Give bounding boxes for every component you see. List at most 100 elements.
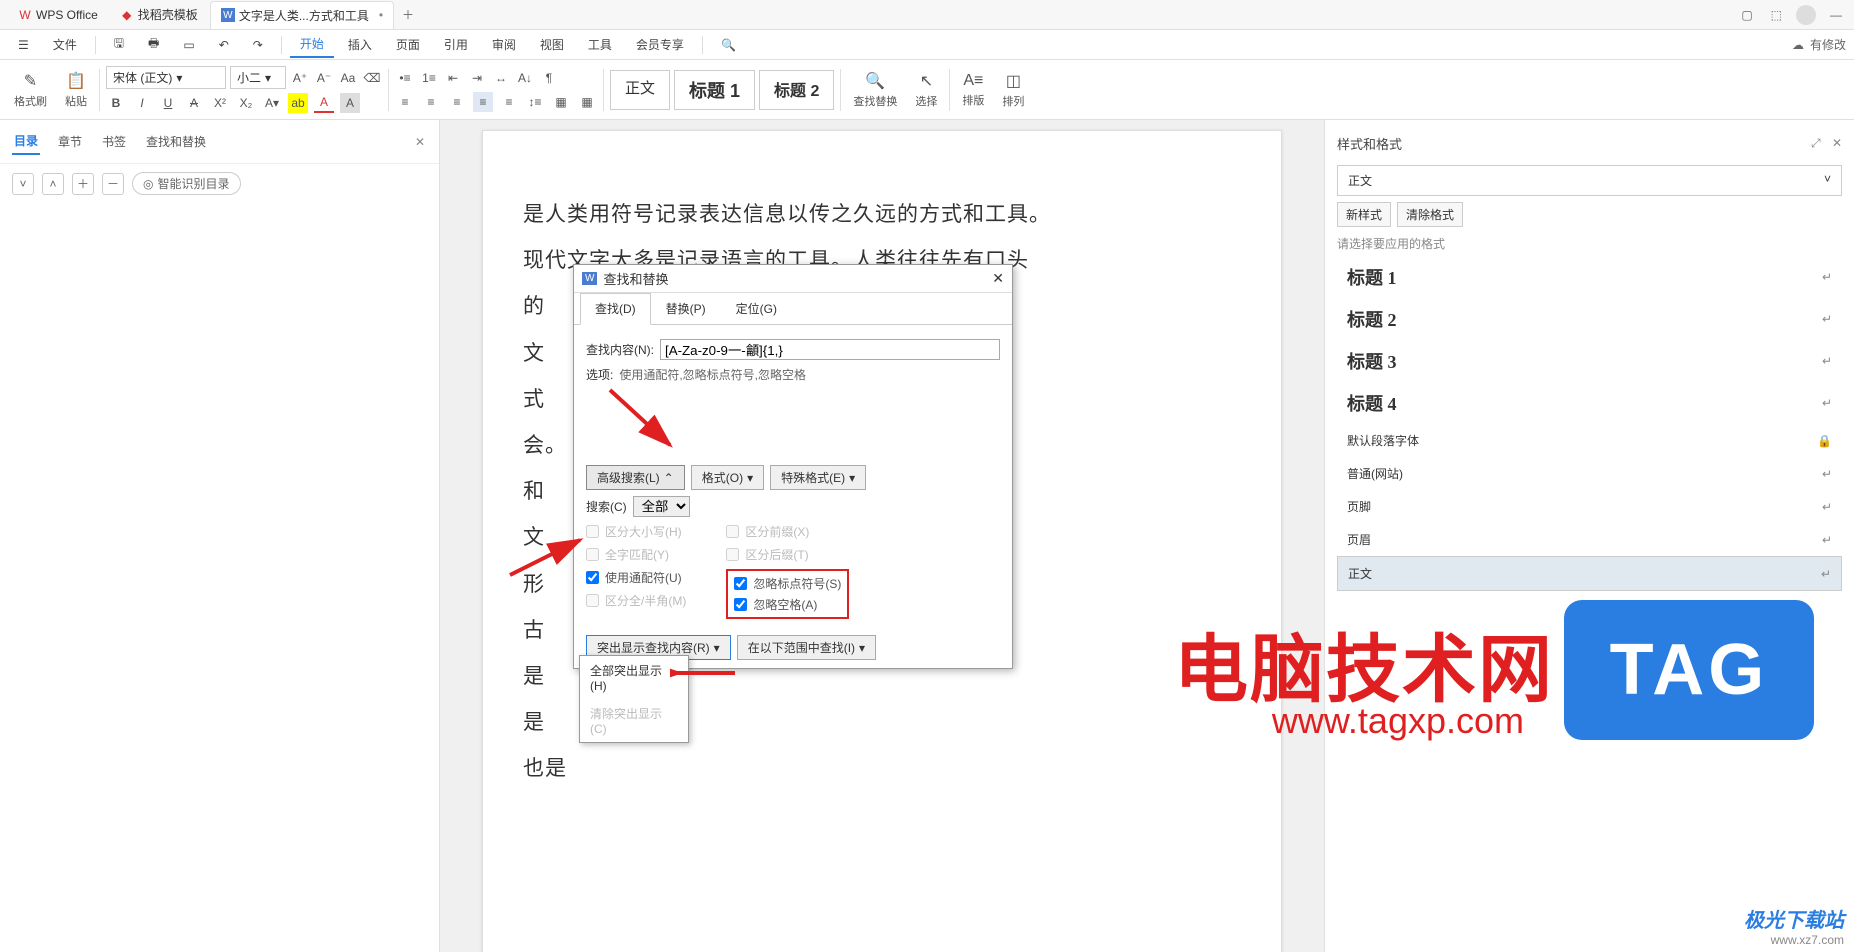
nav-tab-bookmarks[interactable]: 书签 <box>100 129 128 154</box>
close-icon[interactable]: ✕ <box>992 270 1004 287</box>
new-tab-button[interactable]: ＋ <box>396 6 420 23</box>
tab-goto[interactable]: 定位(G) <box>721 293 792 324</box>
find-input[interactable] <box>660 339 1000 360</box>
nav-tab-findreplace[interactable]: 查找和替换 <box>144 129 208 154</box>
close-icon[interactable]: ✕ <box>1832 136 1842 150</box>
panel-icon[interactable]: ▢ <box>1737 6 1756 24</box>
align-distribute-icon[interactable]: ≡ <box>499 92 519 112</box>
style-item-header[interactable]: 页眉↵ <box>1337 523 1842 556</box>
menu-file[interactable]: 文件 <box>43 32 87 57</box>
style-item-heading1[interactable]: 标题 1↵ <box>1337 256 1842 298</box>
strike-icon[interactable]: A <box>184 93 204 113</box>
bullet-list-icon[interactable]: •≡ <box>395 68 415 88</box>
tab-templates[interactable]: ◆ 找稻壳模板 <box>110 1 208 29</box>
preview-icon[interactable]: ▭ <box>173 34 204 56</box>
clear-format-button[interactable]: 清除格式 <box>1397 202 1463 227</box>
align-justify-icon[interactable]: ≡ <box>473 92 493 112</box>
current-style-select[interactable]: 正文 ˅ <box>1337 165 1842 196</box>
font-effects-icon[interactable]: A▾ <box>262 93 282 113</box>
menu-reference[interactable]: 引用 <box>434 32 478 57</box>
char-shading-icon[interactable]: A <box>340 93 360 113</box>
sort-icon[interactable]: A↓ <box>515 68 535 88</box>
tab-replace[interactable]: 替换(P) <box>651 293 721 324</box>
shrink-font-icon[interactable]: A⁻ <box>314 68 334 88</box>
pin-icon[interactable]: ⤢ <box>1811 136 1821 150</box>
shading-icon[interactable]: ▦ <box>551 92 571 112</box>
style-item-default-font[interactable]: 默认段落字体🔒 <box>1337 424 1842 457</box>
find-in-range-button[interactable]: 在以下范围中查找(I)▾ <box>737 635 876 660</box>
borders-icon[interactable]: ▦ <box>577 92 597 112</box>
menu-hamburger[interactable]: ☰ <box>8 34 39 56</box>
char-space-icon[interactable]: ↔ <box>491 68 511 88</box>
new-style-button[interactable]: 新样式 <box>1337 202 1391 227</box>
minimize-button[interactable]: — <box>1826 6 1846 24</box>
line-spacing-icon[interactable]: ↕≡ <box>525 92 545 112</box>
indent-icon[interactable]: ⇥ <box>467 68 487 88</box>
style-item-footer[interactable]: 页脚↵ <box>1337 490 1842 523</box>
search-scope-select[interactable]: 全部 <box>633 496 690 517</box>
print-icon[interactable]: 🖶 <box>138 30 169 59</box>
menu-page[interactable]: 页面 <box>386 32 430 57</box>
style-item-heading3[interactable]: 标题 3↵ <box>1337 340 1842 382</box>
subscript-icon[interactable]: X₂ <box>236 93 256 113</box>
redo-icon[interactable]: ↷ <box>243 34 273 56</box>
grow-font-icon[interactable]: A⁺ <box>290 68 310 88</box>
show-marks-icon[interactable]: ¶ <box>539 68 559 88</box>
menu-insert[interactable]: 插入 <box>338 32 382 57</box>
menu-review[interactable]: 审阅 <box>482 32 526 57</box>
menu-home[interactable]: 开始 <box>290 31 334 58</box>
clear-format-icon[interactable]: ⌫ <box>362 68 382 88</box>
find-replace-button[interactable]: 🔍 查找替换 <box>847 71 903 109</box>
font-name-select[interactable]: 宋体 (正文)▾ <box>106 66 226 89</box>
font-size-select[interactable]: 小二▾ <box>230 66 286 89</box>
cube-icon[interactable]: ⬚ <box>1767 6 1786 24</box>
highlight-all-item[interactable]: 全部突出显示(H) <box>580 656 688 699</box>
outdent-icon[interactable]: ⇤ <box>443 68 463 88</box>
style-heading2[interactable]: 标题 2 <box>759 70 834 110</box>
tab-document[interactable]: W 文字是人类...方式和工具 • <box>210 1 394 29</box>
expand-icon[interactable]: ˄ <box>42 173 64 195</box>
align-center-icon[interactable]: ≡ <box>421 92 441 112</box>
nav-tab-toc[interactable]: 目录 <box>12 128 40 155</box>
align-left-icon[interactable]: ≡ <box>395 92 415 112</box>
tab-find[interactable]: 查找(D) <box>580 293 651 325</box>
underline-icon[interactable]: U <box>158 93 178 113</box>
format-button[interactable]: 格式(O)▾ <box>691 465 764 490</box>
format-painter-button[interactable]: ✎ 格式刷 <box>8 71 53 109</box>
remove-icon[interactable]: － <box>102 173 124 195</box>
style-heading1[interactable]: 标题 1 <box>674 70 755 110</box>
tab-wps-home[interactable]: W WPS Office <box>8 1 108 29</box>
style-body[interactable]: 正文 <box>610 70 670 110</box>
menu-view[interactable]: 视图 <box>530 32 574 57</box>
check-ignore-punct[interactable]: 忽略标点符号(S) <box>734 575 841 592</box>
check-ignore-space[interactable]: 忽略空格(A) <box>734 596 841 613</box>
avatar-icon[interactable] <box>1796 5 1816 25</box>
align-right-icon[interactable]: ≡ <box>447 92 467 112</box>
search-icon[interactable]: 🔍 <box>711 34 746 56</box>
arrange-button[interactable]: ◫ 排列 <box>996 71 1030 109</box>
menu-vip[interactable]: 会员专享 <box>626 32 694 57</box>
highlight-icon[interactable]: ab <box>288 93 308 113</box>
menu-tools[interactable]: 工具 <box>578 32 622 57</box>
change-case-icon[interactable]: Aa <box>338 68 358 88</box>
bold-icon[interactable]: B <box>106 93 126 113</box>
undo-icon[interactable]: ↶ <box>209 34 239 56</box>
save-icon[interactable]: 🖫 <box>104 30 134 59</box>
nav-tab-chapters[interactable]: 章节 <box>56 129 84 154</box>
style-item-heading2[interactable]: 标题 2↵ <box>1337 298 1842 340</box>
advanced-search-button[interactable]: 高级搜索(L)⌃ <box>586 465 685 490</box>
layout-button[interactable]: A≡ 排版 <box>956 72 990 108</box>
collapse-icon[interactable]: ˅ <box>12 173 34 195</box>
style-item-heading4[interactable]: 标题 4↵ <box>1337 382 1842 424</box>
paste-button[interactable]: 📋 粘贴 <box>59 71 93 109</box>
number-list-icon[interactable]: 1≡ <box>419 68 439 88</box>
add-icon[interactable]: ＋ <box>72 173 94 195</box>
check-wildcards[interactable]: 使用通配符(U) <box>586 569 686 586</box>
special-format-button[interactable]: 特殊格式(E)▾ <box>770 465 866 490</box>
superscript-icon[interactable]: X² <box>210 93 230 113</box>
font-color-icon[interactable]: A <box>314 93 334 113</box>
dialog-titlebar[interactable]: W 查找和替换 ✕ <box>574 265 1012 293</box>
smart-toc-button[interactable]: ◎ 智能识别目录 <box>132 172 241 195</box>
style-item-body[interactable]: 正文↵ <box>1337 556 1842 591</box>
close-panel-icon[interactable]: ✕ <box>413 131 427 153</box>
